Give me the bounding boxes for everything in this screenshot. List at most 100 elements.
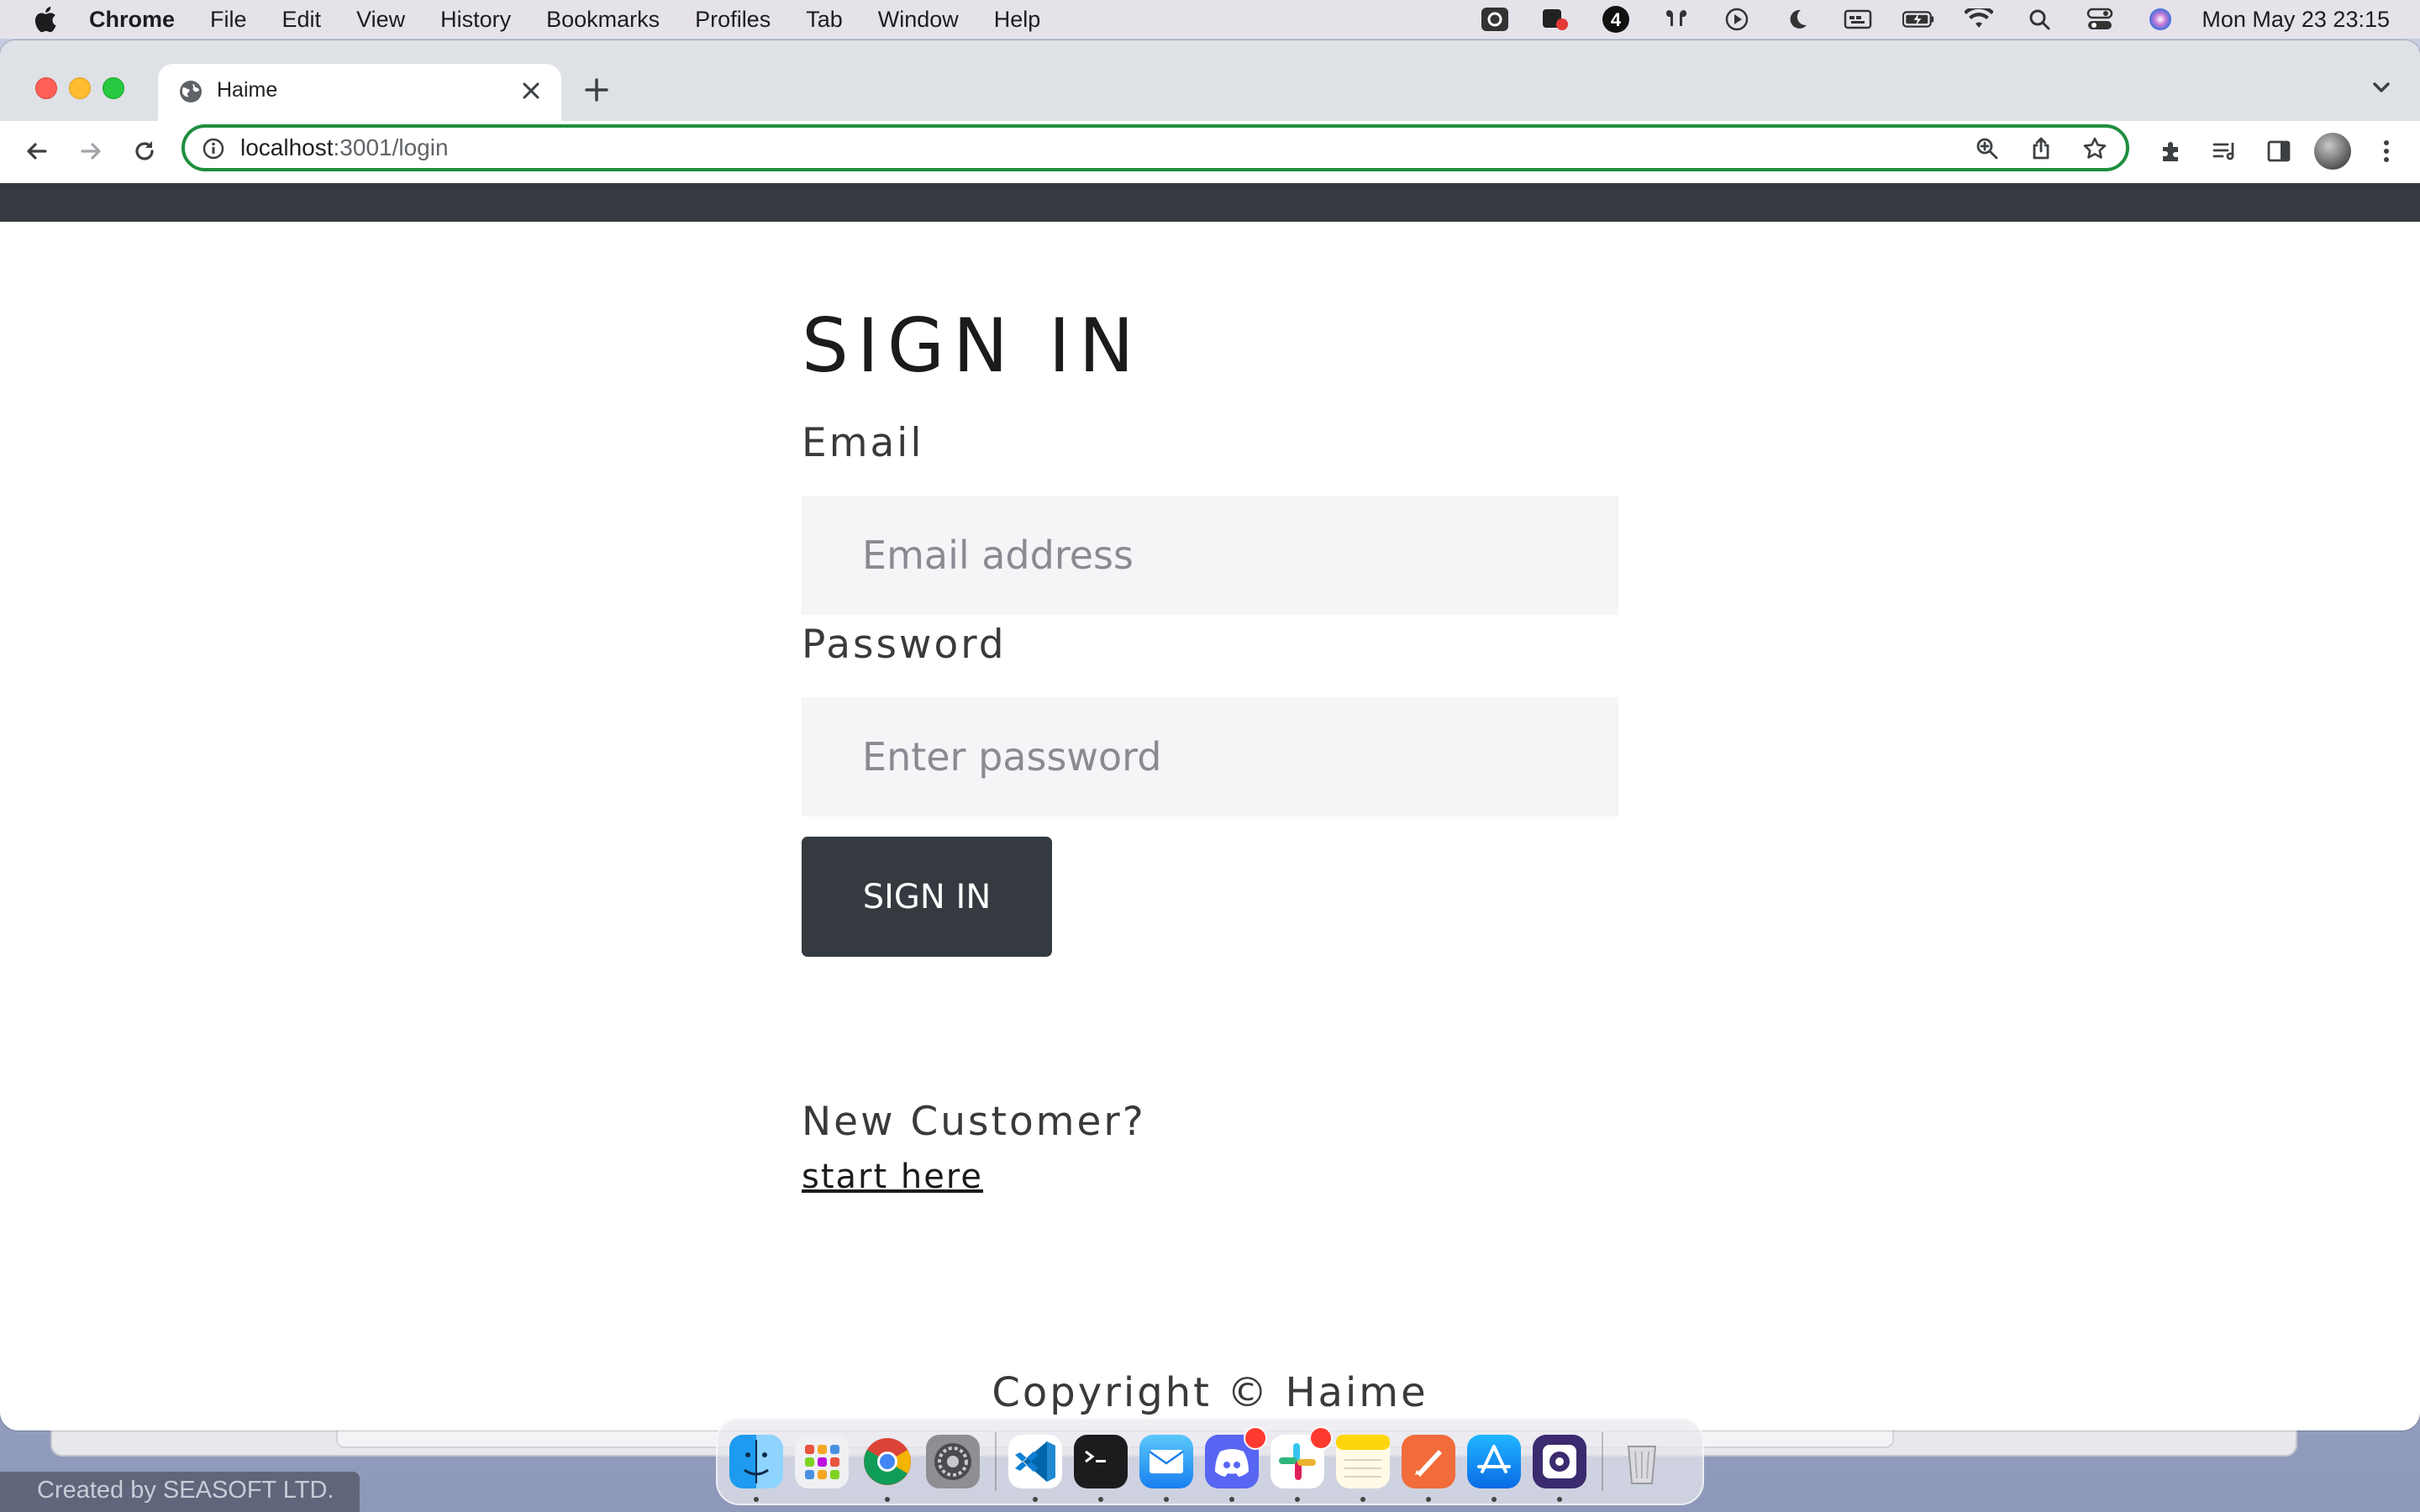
menu-help[interactable]: Help [994, 7, 1041, 33]
postman-icon[interactable] [1402, 1435, 1455, 1502]
menu-app-name[interactable]: Chrome [89, 7, 175, 33]
register-link[interactable]: start here [802, 1158, 983, 1196]
notes-running-dot [1360, 1497, 1365, 1502]
launchpad-icon[interactable] [795, 1435, 849, 1488]
battery-icon[interactable] [1902, 7, 1934, 32]
finder-icon[interactable] [729, 1435, 783, 1502]
password-label: Password [802, 622, 1007, 668]
trash-icon[interactable] [1615, 1435, 1669, 1488]
menu-view[interactable]: View [356, 7, 405, 33]
page-viewport: SIGN IN Email Password SIGN IN New Custo… [0, 183, 2420, 1431]
svg-text:4: 4 [1611, 9, 1622, 30]
slack-running-dot [1295, 1497, 1300, 1502]
tab-strip: Haime [0, 40, 2420, 121]
address-bar[interactable]: localhost:3001/login [182, 124, 2129, 171]
spotlight-search-icon[interactable] [2023, 7, 2055, 32]
postman-running-dot [1426, 1497, 1431, 1502]
footer-copyright: Copyright © Haime [992, 1369, 1428, 1416]
menu-edit[interactable]: Edit [282, 7, 322, 33]
watermark: Created by SEASOFT LTD. [0, 1472, 360, 1512]
menu-history[interactable]: History [440, 7, 511, 33]
globe-icon [180, 81, 202, 102]
tab-haime[interactable]: Haime [158, 64, 561, 121]
forward-arrow-icon [81, 143, 101, 160]
extensions-puzzle-icon[interactable] [2151, 131, 2191, 171]
discord-badge [1244, 1426, 1267, 1450]
app-four-icon[interactable]: 4 [1600, 6, 1632, 33]
play-icon[interactable] [1721, 7, 1753, 32]
media-control-icon[interactable] [2205, 131, 2245, 171]
window-close-button[interactable] [35, 77, 57, 99]
menu-items: Chrome File Edit View History Bookmarks … [89, 0, 1076, 39]
discord-icon[interactable] [1205, 1426, 1267, 1502]
keyboard-icon[interactable] [1842, 7, 1874, 32]
app-store-running-dot [1491, 1497, 1497, 1502]
url-host: localhost [240, 134, 334, 160]
page-title: SIGN IN [802, 302, 1143, 389]
vscode-running-dot [1033, 1497, 1038, 1502]
mail-running-dot [1164, 1497, 1169, 1502]
vscode-icon[interactable] [1008, 1435, 1062, 1502]
system-preferences-icon[interactable] [926, 1435, 980, 1488]
forward-button[interactable] [71, 131, 111, 171]
tab-search-chevron-icon[interactable] [2368, 74, 2395, 101]
finder-running-dot [754, 1497, 759, 1502]
share-icon[interactable] [2027, 134, 2055, 163]
avatar [2314, 133, 2351, 170]
terminal-icon[interactable] [1074, 1435, 1128, 1502]
browser-window: Haime localhost:3001/login SIGN IN Email… [0, 40, 2420, 1431]
side-panel-icon[interactable] [2259, 131, 2299, 171]
site-info-icon[interactable] [202, 137, 225, 160]
screen-recorder-running-dot [1557, 1497, 1562, 1502]
email-field[interactable] [802, 496, 1618, 615]
slack-badge [1309, 1426, 1333, 1450]
mail-icon[interactable] [1139, 1435, 1193, 1502]
watermark-text: Created by SEASOFT LTD. [37, 1477, 334, 1504]
reload-icon [135, 141, 154, 160]
password-field[interactable] [802, 697, 1618, 816]
siri-icon[interactable] [2144, 7, 2176, 32]
app-store-icon[interactable] [1467, 1435, 1521, 1502]
browser-toolbar: localhost:3001/login [0, 121, 2420, 183]
screenshot-icon[interactable] [1479, 7, 1511, 32]
menu-file[interactable]: File [210, 7, 247, 33]
window-minimize-button[interactable] [69, 77, 91, 99]
url-text[interactable]: localhost:3001/login [240, 134, 449, 161]
recorder-icon[interactable] [1539, 7, 1571, 32]
new-tab-button[interactable] [578, 71, 615, 108]
notes-icon[interactable] [1336, 1435, 1390, 1502]
moon-icon[interactable] [1781, 7, 1813, 32]
control-center-icon[interactable] [2084, 7, 2116, 32]
chrome-running-dot [885, 1497, 890, 1502]
tab-close-icon[interactable] [513, 72, 550, 109]
url-path: :3001/login [333, 134, 449, 160]
chrome-menu-kebab-icon[interactable] [2366, 131, 2407, 171]
menu-tab[interactable]: Tab [806, 7, 843, 33]
zoom-icon[interactable] [1973, 134, 2002, 163]
chrome-icon[interactable] [860, 1435, 914, 1502]
profile-avatar[interactable] [2312, 131, 2353, 171]
discord-running-dot [1229, 1497, 1234, 1502]
menu-profiles[interactable]: Profiles [695, 7, 771, 33]
toolbar-actions [2151, 131, 2420, 171]
menu-clock[interactable]: Mon May 23 23:15 [2202, 7, 2390, 33]
sign-in-button[interactable]: SIGN IN [802, 837, 1052, 957]
new-customer-text: New Customer? [802, 1099, 1146, 1145]
menu-window[interactable]: Window [878, 7, 959, 33]
window-zoom-button[interactable] [103, 77, 124, 99]
tab-title: Haime [217, 78, 278, 102]
slack-icon[interactable] [1270, 1426, 1333, 1502]
bookmark-star-icon[interactable] [2081, 134, 2109, 163]
screen-recorder-icon[interactable] [1533, 1435, 1586, 1502]
dock-separator [995, 1432, 997, 1491]
back-button[interactable] [17, 131, 57, 171]
address-bar-actions [1948, 134, 2109, 163]
menu-bar: Chrome File Edit View History Bookmarks … [0, 0, 2420, 39]
airpods-icon[interactable] [1660, 7, 1692, 32]
menu-bookmarks[interactable]: Bookmarks [546, 7, 660, 33]
apple-icon[interactable] [32, 5, 57, 34]
status-area: 4 Mon May 23 23:15 [1450, 0, 2390, 39]
terminal-running-dot [1098, 1497, 1103, 1502]
reload-button[interactable] [124, 131, 165, 171]
wifi-icon[interactable] [1963, 7, 1995, 32]
